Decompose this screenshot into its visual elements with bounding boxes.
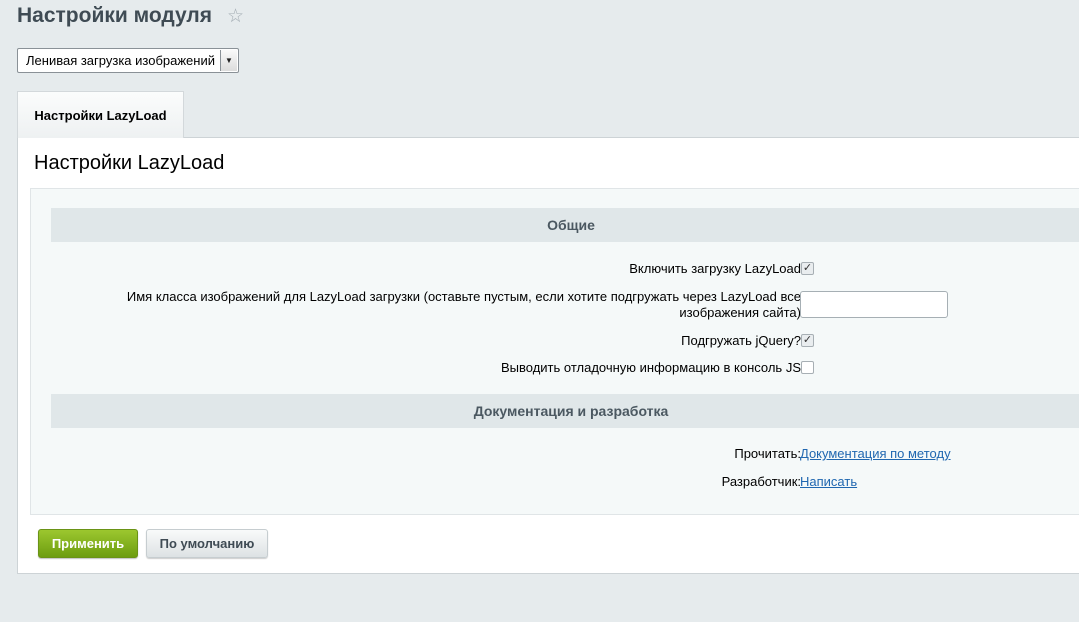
star-icon[interactable]: ☆ (227, 5, 244, 28)
enable-lazyload-label: Включить загрузку LazyLoad (629, 261, 801, 276)
enable-lazyload-checkbox[interactable]: ✓ (801, 262, 814, 275)
page-title-text: Настройки модуля (17, 4, 213, 27)
page-title: Настройки модуля ☆ (17, 4, 244, 28)
section-title: Общие (547, 217, 595, 233)
load-jquery-label: Подгружать jQuery? (681, 333, 801, 348)
developer-label: Разработчик: (721, 474, 801, 489)
image-class-input[interactable] (800, 291, 948, 318)
chevron-down-icon[interactable]: ▼ (220, 50, 237, 71)
debug-console-label: Выводить отладочную информацию в консоль… (500, 360, 801, 375)
documentation-link[interactable]: Документация по методу (800, 446, 951, 461)
load-jquery-checkbox[interactable]: ✓ (801, 334, 814, 347)
tab-label: Настройки LazyLoad (34, 107, 167, 123)
default-button[interactable]: По умолчанию (146, 529, 268, 558)
debug-console-checkbox[interactable] (801, 361, 814, 374)
tab-lazyload-settings[interactable]: Настройки LazyLoad (17, 91, 184, 138)
panel-title: Настройки LazyLoad (34, 152, 225, 174)
section-header-docs: Документация и разработка (51, 394, 1079, 428)
settings-panel: Настройки LazyLoad Общие Включить загруз… (17, 137, 1079, 574)
settings-form: Общие Включить загрузку LazyLoad ✓ Имя к… (30, 188, 1079, 515)
read-label: Прочитать: (734, 446, 801, 461)
check-icon: ✓ (802, 262, 813, 274)
section-title: Документация и разработка (473, 403, 669, 419)
apply-button[interactable]: Применить (38, 529, 138, 558)
module-select-value: Ленивая загрузка изображений (26, 53, 215, 68)
module-select[interactable]: Ленивая загрузка изображений ▼ (17, 48, 239, 73)
image-class-label-line2: изображения сайта) (679, 305, 801, 320)
image-class-label-line1: Имя класса изображений для LazyLoad загр… (126, 289, 801, 304)
section-header-general: Общие (51, 208, 1079, 242)
check-icon: ✓ (802, 334, 813, 346)
image-class-label: Имя класса изображений для LazyLoad загр… (31, 289, 801, 321)
write-developer-link[interactable]: Написать (800, 474, 857, 489)
